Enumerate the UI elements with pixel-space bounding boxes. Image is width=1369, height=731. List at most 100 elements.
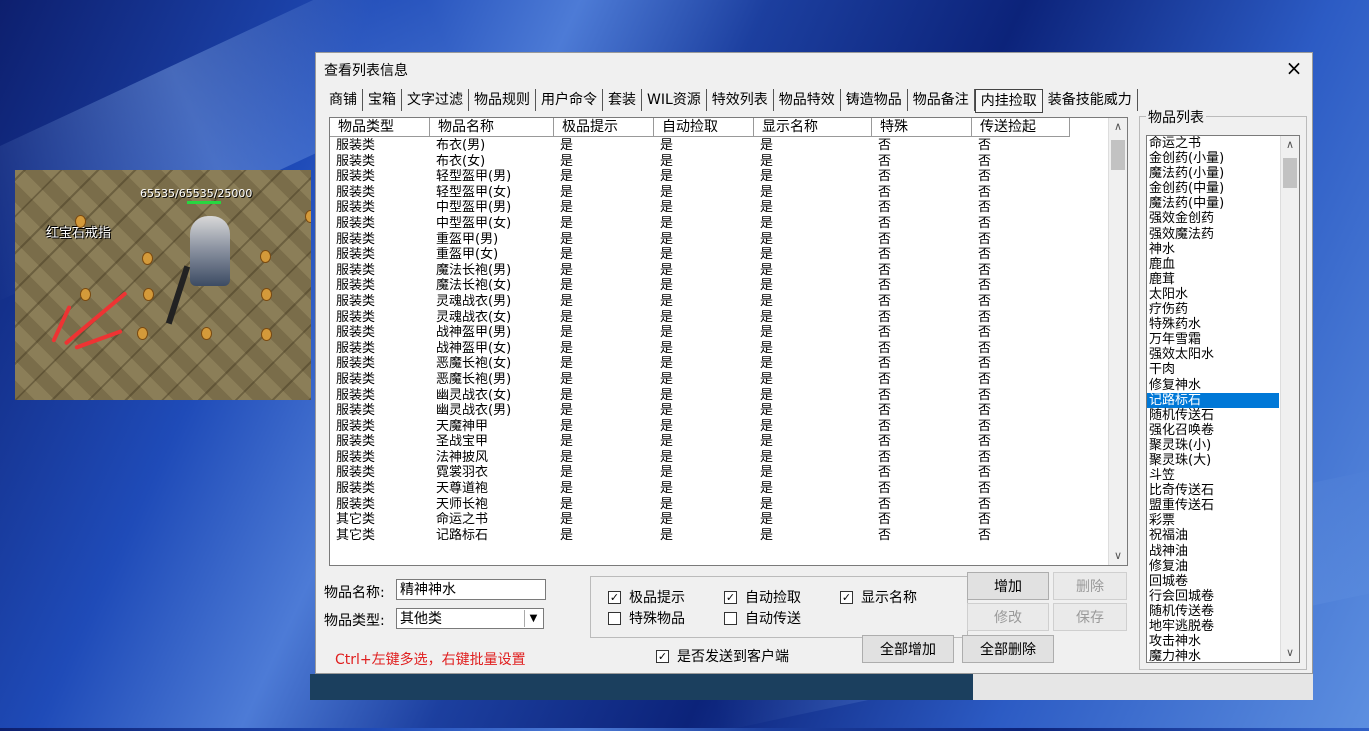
list-item[interactable]: 特殊药水: [1147, 317, 1279, 332]
scroll-down-icon[interactable]: ∨: [1109, 547, 1127, 565]
list-item[interactable]: 万年雪霜: [1147, 332, 1279, 347]
item-type-select[interactable]: 其他类 ▼: [396, 608, 544, 629]
table-row[interactable]: 服装类 天师长袍 是 是 是 否 否: [330, 497, 1070, 513]
table-row[interactable]: 其它类 命运之书 是 是 是 否 否: [330, 512, 1070, 528]
tab-10[interactable]: 物品备注: [908, 89, 975, 111]
checkbox-auto-pickup[interactable]: ✓ 自动捡取: [724, 587, 801, 607]
list-item[interactable]: 修复油: [1147, 559, 1279, 574]
table-row[interactable]: 服装类 天魔神甲 是 是 是 否 否: [330, 419, 1070, 435]
tab-2[interactable]: 文字过滤: [402, 89, 469, 111]
table-row[interactable]: 服装类 战神盔甲(女) 是 是 是 否 否: [330, 341, 1070, 357]
list-item[interactable]: 强化召唤卷: [1147, 423, 1279, 438]
list-item[interactable]: 鹿血: [1147, 257, 1279, 272]
table-row[interactable]: 服装类 轻型盔甲(男) 是 是 是 否 否: [330, 169, 1070, 185]
tab-5[interactable]: 套装: [603, 89, 642, 111]
tab-11[interactable]: 内挂捡取: [974, 89, 1043, 113]
table-row[interactable]: 服装类 中型盔甲(男) 是 是 是 否 否: [330, 200, 1070, 216]
scroll-thumb[interactable]: [1283, 158, 1297, 188]
column-header[interactable]: 物品名称: [430, 118, 554, 137]
list-item[interactable]: 随机传送石: [1147, 408, 1279, 423]
checkbox-box[interactable]: ✓: [840, 590, 853, 604]
list-item[interactable]: 修复神水: [1147, 378, 1279, 393]
tab-9[interactable]: 铸造物品: [841, 89, 908, 111]
checkbox-auto-teleport[interactable]: 自动传送: [724, 608, 801, 628]
table-row[interactable]: 服装类 灵魂战衣(女) 是 是 是 否 否: [330, 310, 1070, 326]
table-row[interactable]: 服装类 幽灵战衣(女) 是 是 是 否 否: [330, 388, 1070, 404]
column-header[interactable]: 自动捡取: [654, 118, 754, 137]
tab-1[interactable]: 宝箱: [363, 89, 402, 111]
list-item[interactable]: 强效魔法药: [1147, 227, 1279, 242]
scroll-down-icon[interactable]: ∨: [1281, 644, 1299, 662]
list-item[interactable]: 干肉: [1147, 362, 1279, 377]
checkbox-box[interactable]: ✓: [724, 590, 737, 604]
table-row[interactable]: 服装类 布衣(男) 是 是 是 否 否: [330, 138, 1070, 154]
tab-7[interactable]: 特效列表: [707, 89, 774, 111]
checkbox-box[interactable]: [608, 611, 621, 625]
add-all-button[interactable]: 全部增加: [862, 635, 954, 663]
list-item[interactable]: 斗笠: [1147, 468, 1279, 483]
column-header[interactable]: 特殊: [872, 118, 972, 137]
list-item[interactable]: 强效太阳水: [1147, 347, 1279, 362]
list-scrollbar[interactable]: ∧ ∨: [1280, 136, 1299, 662]
list-item[interactable]: 记路标石: [1147, 392, 1279, 408]
table-row[interactable]: 服装类 恶魔长袍(男) 是 是 是 否 否: [330, 372, 1070, 388]
list-item[interactable]: 攻击神水: [1147, 634, 1279, 649]
list-item[interactable]: 疗伤药: [1147, 302, 1279, 317]
close-icon[interactable]: ×: [1282, 57, 1306, 79]
scroll-up-icon[interactable]: ∧: [1281, 136, 1299, 154]
column-header[interactable]: 物品类型: [330, 118, 430, 137]
item-name-input[interactable]: 精神神水: [396, 579, 546, 600]
list-item[interactable]: 金创药(中量): [1147, 181, 1279, 196]
delete-all-button[interactable]: 全部删除: [962, 635, 1054, 663]
column-header[interactable]: 显示名称: [754, 118, 872, 137]
scroll-up-icon[interactable]: ∧: [1109, 118, 1127, 136]
table-row[interactable]: 服装类 天尊道袍 是 是 是 否 否: [330, 481, 1070, 497]
table-row[interactable]: 服装类 重盔甲(男) 是 是 是 否 否: [330, 232, 1070, 248]
tab-8[interactable]: 物品特效: [774, 89, 841, 111]
delete-button[interactable]: 删除: [1053, 572, 1127, 600]
checkbox-send-to-client[interactable]: ✓ 是否发送到客户端: [656, 646, 789, 666]
tab-12[interactable]: 装备技能威力: [1043, 89, 1138, 111]
table-row[interactable]: 服装类 幽灵战衣(男) 是 是 是 否 否: [330, 403, 1070, 419]
table-row[interactable]: 其它类 记路标石 是 是 是 否 否: [330, 528, 1070, 544]
tab-0[interactable]: 商铺: [324, 89, 363, 111]
list-item[interactable]: 盟重传送石: [1147, 498, 1279, 513]
table-row[interactable]: 服装类 圣战宝甲 是 是 是 否 否: [330, 434, 1070, 450]
list-item[interactable]: 强效金创药: [1147, 211, 1279, 226]
table-row[interactable]: 服装类 魔法长袍(男) 是 是 是 否 否: [330, 263, 1070, 279]
list-item[interactable]: 鹿茸: [1147, 272, 1279, 287]
chevron-down-icon[interactable]: ▼: [524, 610, 542, 627]
item-grid[interactable]: 物品类型 物品名称 极品提示 自动捡取 显示名称 特殊 传送捡起 服装类 布衣(男) 是是是否否…: [329, 117, 1128, 566]
table-row[interactable]: 服装类 中型盔甲(女) 是 是 是 否 否: [330, 216, 1070, 232]
save-button[interactable]: 保存: [1053, 603, 1127, 631]
item-list[interactable]: 命运之书 金创药(小量) 魔法药(小量) 金创药(中量) 魔法药(中量) 强效金创药 强效魔…: [1146, 135, 1300, 663]
checkbox-box[interactable]: ✓: [608, 590, 621, 604]
tab-6[interactable]: WIL资源: [642, 89, 707, 111]
scroll-thumb[interactable]: [1111, 140, 1125, 170]
list-item[interactable]: 回城卷: [1147, 574, 1279, 589]
list-item[interactable]: 战神油: [1147, 544, 1279, 559]
list-item[interactable]: 神水: [1147, 242, 1279, 257]
table-row[interactable]: 服装类 轻型盔甲(女) 是 是 是 否 否: [330, 185, 1070, 201]
list-item[interactable]: 聚灵珠(大): [1147, 453, 1279, 468]
list-item[interactable]: 金创药(小量): [1147, 151, 1279, 166]
table-row[interactable]: 服装类 霓裳羽衣 是 是 是 否 否: [330, 465, 1070, 481]
checkbox-special-item[interactable]: 特殊物品: [608, 608, 685, 628]
table-row[interactable]: 服装类 灵魂战衣(男) 是 是 是 否 否: [330, 294, 1070, 310]
table-row[interactable]: 服装类 战神盔甲(男) 是 是 是 否 否: [330, 325, 1070, 341]
table-row[interactable]: 服装类 重盔甲(女) 是 是 是 否 否: [330, 247, 1070, 263]
list-item[interactable]: 魔法药(中量): [1147, 196, 1279, 211]
modify-button[interactable]: 修改: [967, 603, 1049, 631]
list-item[interactable]: 彩票: [1147, 513, 1279, 528]
table-row[interactable]: 服装类 布衣(女) 是 是 是 否 否: [330, 154, 1070, 170]
add-button[interactable]: 增加: [967, 572, 1049, 600]
table-row[interactable]: 服装类 魔法长袍(女) 是 是 是 否 否: [330, 278, 1070, 294]
list-item[interactable]: 随机传送卷: [1147, 604, 1279, 619]
list-item[interactable]: 命运之书: [1147, 136, 1279, 151]
grid-scrollbar[interactable]: ∧ ∨: [1108, 118, 1127, 565]
checkbox-quality-hint[interactable]: ✓ 极品提示: [608, 587, 685, 607]
column-header[interactable]: 传送捡起: [972, 118, 1070, 137]
list-item[interactable]: 地牢逃脱卷: [1147, 619, 1279, 634]
table-row[interactable]: 服装类 恶魔长袍(女) 是 是 是 否 否: [330, 356, 1070, 372]
tab-4[interactable]: 用户命令: [536, 89, 603, 111]
